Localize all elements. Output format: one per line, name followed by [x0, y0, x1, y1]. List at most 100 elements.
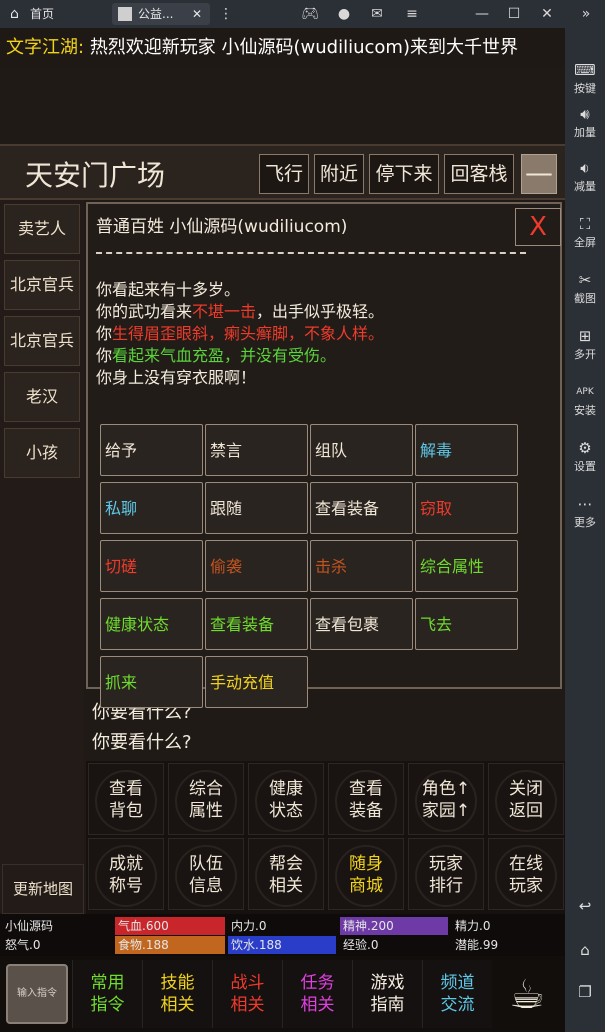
more-icon: ⋯ [577, 495, 593, 513]
action-button[interactable]: 查看装备 [205, 598, 308, 650]
description-line: 你看起来有十多岁。 [96, 276, 240, 300]
sidebar-item-volume-down[interactable]: 🔉︎ 减量 [565, 158, 605, 194]
action-button[interactable]: 抓来 [100, 656, 203, 708]
action-button[interactable]: 窃取 [415, 482, 518, 534]
sidebar-item-install[interactable]: APK 安装 [565, 382, 605, 418]
sidebar-item-screenshot[interactable]: ✂ 截图 [565, 270, 605, 306]
footer-button-label: 战斗 [230, 973, 265, 993]
home-icon: ⌂ [10, 6, 19, 22]
menu-button[interactable]: 查看 装备 [328, 763, 404, 835]
menu-button[interactable]: 综合 属性 [168, 763, 244, 835]
action-button[interactable]: 组队 [310, 424, 413, 476]
npc-item[interactable]: 小孩 [4, 428, 80, 478]
sidebar-toggle-icon[interactable]: » [576, 4, 596, 24]
input-command-button[interactable]: 输入指令 [6, 964, 68, 1024]
divider [96, 252, 526, 254]
footer-button-label: 指南 [370, 995, 405, 1015]
action-button[interactable]: 健康状态 [100, 598, 203, 650]
menu-button[interactable]: 健康 状态 [248, 763, 324, 835]
mail-icon[interactable]: ✉ [367, 4, 387, 24]
sidebar-item-label: 设置 [574, 460, 596, 473]
menu-button[interactable]: 查看 背包 [88, 763, 164, 835]
menu-button-label: 随身 [349, 854, 383, 874]
tab-close-icon[interactable]: ✕ [192, 3, 202, 25]
fly-button[interactable]: 飞行 [259, 154, 309, 194]
action-button[interactable]: 解毒 [415, 424, 518, 476]
sidebar-item-label: 更多 [574, 516, 596, 529]
menu-button-label: 成就 [109, 854, 143, 874]
tab-game[interactable]: 公益... ✕ [112, 3, 210, 25]
footer-button[interactable]: 任务 相关 [282, 960, 352, 1028]
menu-button[interactable]: 队伍 信息 [168, 838, 244, 910]
footer-button-label: 频道 [440, 973, 475, 993]
stop-button[interactable]: 停下来 [369, 154, 439, 194]
stat-value: 潜能.99 [452, 936, 560, 954]
rage-stat: 怒气.0 [5, 938, 41, 952]
menu-button[interactable]: 随身 商城 [328, 838, 404, 910]
sidebar-item-keys[interactable]: ⌨ 按键 [565, 60, 605, 96]
stat-value: 内力.0 [228, 917, 336, 935]
description-text: 你看起来有十多岁。 [96, 280, 241, 299]
footer-button[interactable]: 技能 相关 [142, 960, 212, 1028]
collapse-button[interactable]: — [521, 154, 557, 194]
menu-button[interactable]: 玩家 排行 [408, 838, 484, 910]
maximize-icon[interactable]: ☐ [504, 4, 524, 24]
action-button[interactable]: 击杀 [310, 540, 413, 592]
update-map-button[interactable]: 更新地图 [2, 864, 84, 914]
return-inn-button[interactable]: 回客栈 [444, 154, 514, 194]
npc-item[interactable]: 卖艺人 [4, 204, 80, 254]
footer-button-label: 交流 [440, 995, 475, 1015]
npc-item[interactable]: 北京官兵 [4, 260, 80, 310]
footer-button[interactable]: 常用 指令 [72, 960, 142, 1028]
sidebar-item-settings[interactable]: ⚙ 设置 [565, 438, 605, 474]
gamepad-icon[interactable]: 🎮︎ [300, 4, 320, 24]
menu-button[interactable]: 角色↑ 家园↑ [408, 763, 484, 835]
action-button[interactable]: 飞去 [415, 598, 518, 650]
npc-item[interactable]: 北京官兵 [4, 316, 80, 366]
close-panel-button[interactable]: X [515, 208, 561, 246]
menu-button-label: 称号 [109, 876, 143, 896]
menu-button-label: 队伍 [189, 854, 223, 874]
description-text: 生得眉歪眼斜，瘌头癣脚，不象人样。 [112, 324, 385, 343]
action-button[interactable]: 跟随 [205, 482, 308, 534]
footer-button[interactable]: 频道 交流 [422, 960, 492, 1028]
back-button[interactable]: ↩ [565, 896, 605, 916]
tab-home[interactable]: ⌂ 首页 [4, 3, 102, 25]
broadcast-text: 热烈欢迎新玩家 小仙源码(wudiliucom)来到大千世界 [89, 37, 518, 58]
recents-button[interactable]: ❐ [565, 982, 605, 1002]
footer-button[interactable]: 游戏 指南 [352, 960, 422, 1028]
sidebar-item-multi-open[interactable]: ⊞ 多开 [565, 326, 605, 362]
sidebar-item-more[interactable]: ⋯ 更多 [565, 494, 605, 530]
action-button[interactable]: 偷袭 [205, 540, 308, 592]
npc-item[interactable]: 老汉 [4, 372, 80, 422]
action-button[interactable]: 给予 [100, 424, 203, 476]
sidebar-item-volume-up[interactable]: 🔊︎ 加量 [565, 104, 605, 140]
action-button[interactable]: 综合属性 [415, 540, 518, 592]
action-button[interactable]: 切磋 [100, 540, 203, 592]
footer-button-label: 任务 [300, 973, 335, 993]
minimize-icon[interactable]: — [472, 4, 492, 24]
action-button[interactable]: 查看装备 [310, 482, 413, 534]
description-line: 你生得眉歪眼斜，瘌头癣脚，不象人样。 [96, 320, 384, 344]
teacup-icon[interactable]: ☕︎ [494, 966, 560, 1024]
keyboard-icon: ⌨ [574, 61, 596, 79]
apk-icon: APK [576, 387, 594, 397]
action-button[interactable]: 禁言 [205, 424, 308, 476]
close-icon[interactable]: ✕ [537, 4, 557, 24]
home-button[interactable]: ⌂ [565, 940, 605, 960]
action-button[interactable]: 查看包裹 [310, 598, 413, 650]
tab-home-label: 首页 [30, 7, 55, 21]
action-button[interactable]: 私聊 [100, 482, 203, 534]
more-menu-icon[interactable]: ≡ [402, 4, 422, 24]
menu-button[interactable]: 关闭 返回 [488, 763, 564, 835]
menu-button[interactable]: 帮会 相关 [248, 838, 324, 910]
menu-button[interactable]: 在线 玩家 [488, 838, 564, 910]
menu-icon[interactable]: ⋮ [216, 4, 236, 24]
nearby-button[interactable]: 附近 [314, 154, 364, 194]
menu-button[interactable]: 成就 称号 [88, 838, 164, 910]
footer-button[interactable]: 战斗 相关 [212, 960, 282, 1028]
action-button[interactable]: 手动充值 [205, 656, 308, 708]
sidebar-item-fullscreen[interactable]: ⛶ 全屏 [565, 214, 605, 250]
user-icon[interactable]: ● [334, 4, 354, 24]
description-line: 你的武功看来不堪一击，出手似乎极轻。 [96, 298, 384, 322]
